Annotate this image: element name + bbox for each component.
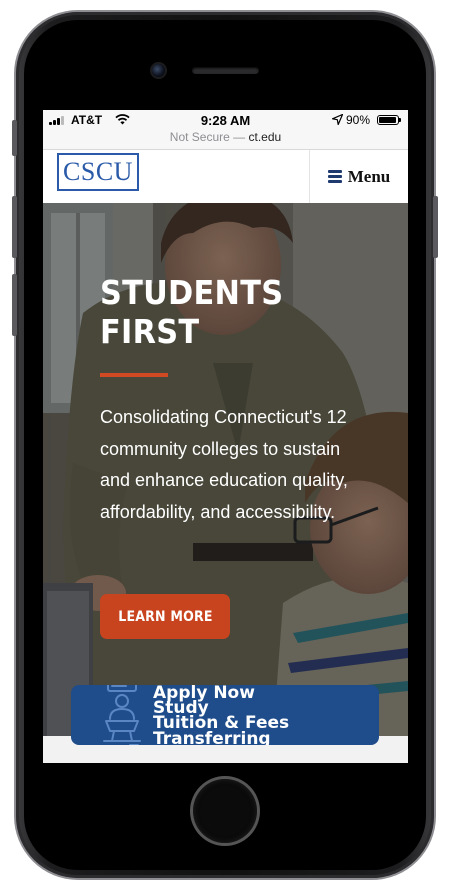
home-button[interactable] [193, 779, 257, 843]
address-bar[interactable]: Not Secure — ct.edu [43, 130, 408, 150]
url-host: ct.edu [248, 130, 282, 144]
hero-accent-rule [100, 373, 168, 377]
quick-link-transferring[interactable]: Transferring [153, 731, 271, 746]
location-arrow-icon [331, 113, 344, 128]
security-label: Not Secure — [169, 130, 246, 144]
battery-icon [377, 115, 401, 125]
status-bar: AT&T 9:28 AM 90% [43, 110, 408, 130]
hero-title-line-2: FIRST [100, 312, 200, 351]
hero-title-line-1: STUDENTS [100, 273, 284, 312]
learn-more-button[interactable]: LEARN MORE [100, 594, 230, 639]
menu-button[interactable]: Menu [309, 150, 408, 203]
learn-more-label: LEARN MORE [117, 608, 213, 625]
mute-switch [12, 120, 17, 156]
earpiece-speaker [192, 67, 259, 74]
menu-label: Menu [347, 166, 391, 186]
quick-links-bar: Apply Now Study Tuition & Fees Transferr… [71, 685, 379, 745]
volume-down-button [12, 274, 17, 336]
hero-section: STUDENTS FIRST Consolidating Connecticut… [43, 203, 408, 736]
site-header: CSCU Menu [43, 150, 408, 204]
hero-description: Consolidating Connecticut's 12 community… [100, 407, 348, 522]
volume-up-button [12, 196, 17, 258]
cscu-logo[interactable]: CSCU [57, 153, 139, 191]
person-stack-icon [103, 685, 141, 745]
hamburger-menu-icon [327, 170, 342, 183]
hero-title: STUDENTS FIRST [100, 273, 340, 351]
front-camera [152, 64, 165, 77]
phone-screen: AT&T 9:28 AM 90% Not Secure — ct.edu CSC… [43, 110, 408, 763]
power-button [433, 196, 438, 258]
battery-percent: 90% [346, 113, 371, 127]
